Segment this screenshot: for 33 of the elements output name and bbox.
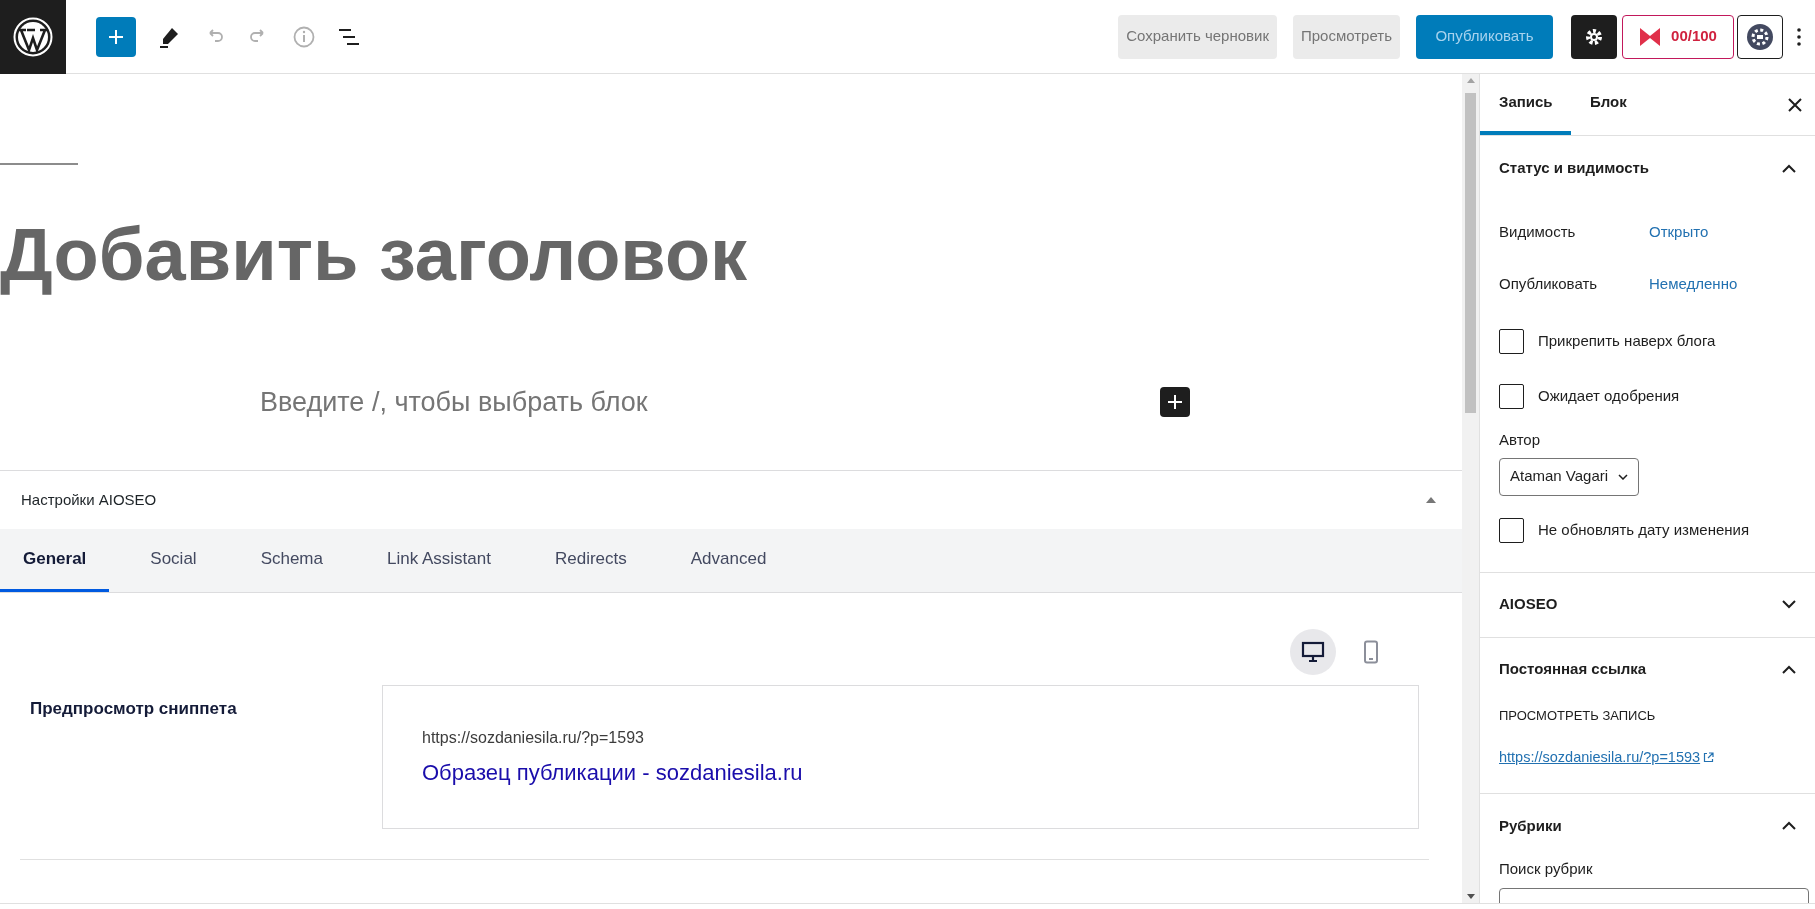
seo-score-button[interactable]: 00/100: [1622, 14, 1734, 59]
author-select[interactable]: Ataman Vagari: [1499, 457, 1640, 496]
snippet-label: Предпросмотр сниппета: [29, 698, 238, 720]
preview-button[interactable]: Просмотреть: [1292, 14, 1400, 59]
tab[interactable]: Advanced: [667, 529, 790, 592]
panel-title: Настройки AIOSEO: [21, 489, 157, 510]
search-label: Поиск рубрик: [1499, 858, 1594, 879]
setting-label: Опубликовать: [1499, 274, 1599, 295]
tab[interactable]: Link Assistant: [364, 529, 514, 592]
tab[interactable]: Блок: [1571, 74, 1646, 135]
panel-header[interactable]: Рубрики: [1480, 793, 1815, 858]
tab[interactable]: Schema: [237, 529, 346, 592]
checkbox-label: Не обновлять дату изменения: [1538, 520, 1750, 541]
permalink-link[interactable]: https://sozdaniesila.ru/?p=1593: [1499, 747, 1701, 769]
checkbox-label: Прикрепить наверх блога: [1538, 330, 1716, 351]
snippet-url: https://sozdaniesila.ru/?p=1593: [422, 728, 645, 748]
checkbox-label: Ожидает одобрения: [1538, 385, 1680, 406]
title-placeholder[interactable]: Добавить заголовок: [0, 213, 1462, 297]
block-placeholder[interactable]: Введите /, чтобы выбрать блок: [260, 382, 648, 423]
setting-link[interactable]: Открыто: [1649, 221, 1709, 244]
tab[interactable]: Social: [127, 529, 220, 592]
setting-link[interactable]: Немедленно: [1649, 273, 1738, 296]
snippet-title: Образец публикации - sozdaniesila.ru: [422, 759, 804, 787]
setting-label: Видимость: [1499, 222, 1577, 243]
save-draft-button[interactable]: Сохранить черновик: [1118, 14, 1277, 59]
panel-header[interactable]: Статус и видимость: [1480, 136, 1815, 200]
panel-header[interactable]: Постоянная ссылка: [1480, 637, 1815, 702]
author-label: Автор: [1499, 430, 1542, 450]
tab[interactable]: Запись: [1480, 74, 1571, 135]
tab[interactable]: Redirects: [531, 529, 650, 592]
permalink-heading: ПРОСМОТРЕТЬ ЗАПИСЬ: [1499, 706, 1657, 725]
tab[interactable]: General: [0, 529, 110, 592]
panel-header[interactable]: AIOSEO: [1480, 572, 1815, 637]
